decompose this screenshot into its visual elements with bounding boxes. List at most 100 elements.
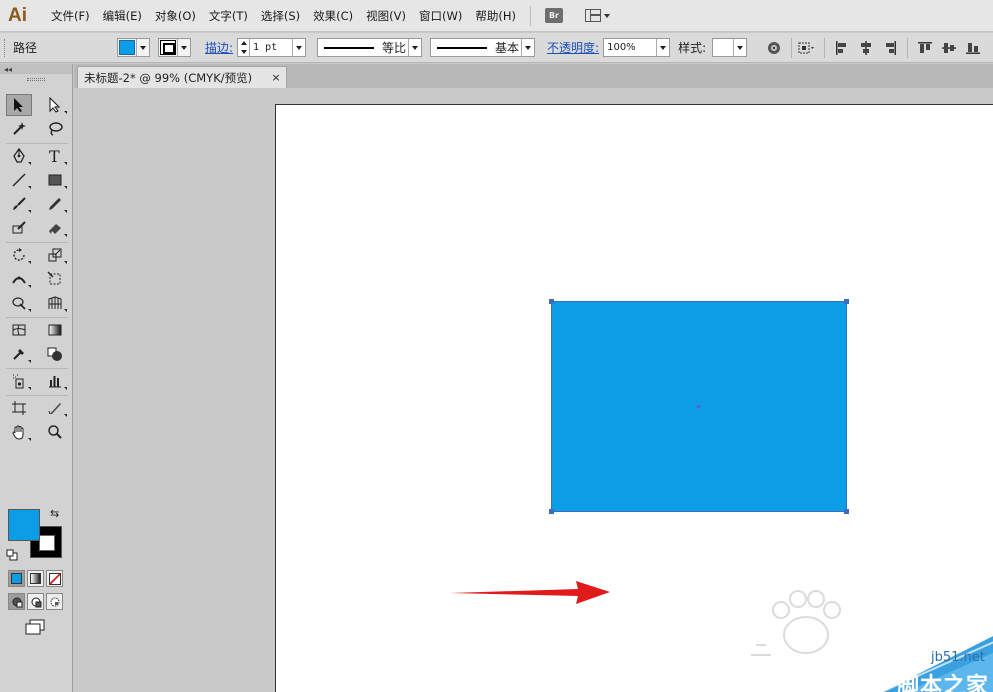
pencil-tool[interactable] <box>42 193 68 215</box>
fill-color-dropdown[interactable] <box>117 38 150 57</box>
direct-selection-tool[interactable] <box>42 94 68 116</box>
transform-reference-icon[interactable] <box>798 39 816 57</box>
selection-handle[interactable] <box>549 509 554 514</box>
screen-mode-button[interactable] <box>24 619 46 635</box>
width-icon <box>12 276 26 284</box>
swap-fill-stroke-icon[interactable]: ⇆ <box>50 507 59 520</box>
rotate-tool[interactable] <box>6 244 32 266</box>
zoom-tool[interactable] <box>42 421 68 443</box>
align-left-icon[interactable] <box>833 39 851 57</box>
toolbar-separator <box>791 37 793 58</box>
blend-tool[interactable] <box>42 343 68 365</box>
hand-tool[interactable] <box>6 421 32 443</box>
chevron-down-icon[interactable] <box>656 39 669 56</box>
stroke-swatch <box>160 40 176 55</box>
selection-tool[interactable] <box>6 94 32 116</box>
gradient-tool[interactable] <box>42 319 68 341</box>
align-horizontal-center-icon[interactable] <box>857 39 875 57</box>
rectangle-tool[interactable] <box>42 169 68 191</box>
selected-rectangle[interactable] <box>549 299 849 514</box>
draw-inside-button[interactable] <box>46 593 63 610</box>
panel-grip[interactable] <box>4 38 7 57</box>
line-segment-tool[interactable] <box>6 169 32 191</box>
eraser-icon <box>49 224 61 234</box>
none-mode-button[interactable] <box>46 570 63 587</box>
scale-tool[interactable] <box>42 244 68 266</box>
slice-tool[interactable] <box>42 397 68 419</box>
color-mode-button[interactable] <box>8 570 25 587</box>
menu-view[interactable]: 视图(V) <box>366 8 406 24</box>
tool-divider <box>6 317 68 318</box>
document-tab-title[interactable]: 未标题-2* @ 99% (CMYK/预览) <box>84 70 269 86</box>
align-bottom-icon[interactable] <box>964 39 982 57</box>
blob-brush-tool[interactable] <box>6 217 32 239</box>
watermark-paw-icon <box>751 590 841 656</box>
default-colors-icon[interactable] <box>6 549 18 564</box>
align-top-icon[interactable] <box>916 39 934 57</box>
selection-handle[interactable] <box>844 299 849 304</box>
stroke-weight-field[interactable]: 1 pt <box>237 38 307 57</box>
tool-row: T <box>6 145 68 167</box>
stroke-weight-stepper[interactable] <box>238 39 251 56</box>
free-transform-tool[interactable] <box>42 268 68 290</box>
eyedropper-tool[interactable] <box>6 343 32 365</box>
align-vertical-center-icon[interactable] <box>940 39 958 57</box>
variable-width-profile-dropdown[interactable]: 等比 <box>317 38 423 57</box>
menu-window[interactable]: 窗口(W) <box>419 8 462 24</box>
type-tool[interactable]: T <box>42 145 68 167</box>
paintbrush-tool[interactable] <box>6 193 32 215</box>
tools-collapse-bar[interactable]: ◂◂ <box>0 64 72 74</box>
watermark-name-text: 脚本之家 <box>897 674 990 692</box>
symbol-sprayer-tool[interactable] <box>6 370 32 392</box>
menu-type[interactable]: 文字(T) <box>209 8 248 24</box>
width-tool[interactable] <box>6 268 32 290</box>
lasso-tool[interactable] <box>42 118 68 140</box>
stroke-color-dropdown[interactable] <box>158 38 191 57</box>
bridge-button[interactable]: Br <box>544 8 563 23</box>
menu-edit[interactable]: 编辑(E) <box>103 8 142 24</box>
selection-handle[interactable] <box>844 509 849 514</box>
artboard-tool[interactable] <box>6 397 32 419</box>
menu-select[interactable]: 选择(S) <box>261 8 300 24</box>
draw-normal-button[interactable] <box>8 593 25 610</box>
canvas-area[interactable]: jb51.net 脚本之家 <box>74 88 993 692</box>
opacity-field[interactable]: 100% <box>603 38 671 57</box>
menu-file[interactable]: 文件(F) <box>51 8 90 24</box>
tool-divider <box>6 242 68 243</box>
stroke-panel-link[interactable]: 描边: <box>205 39 233 56</box>
pen-tool[interactable] <box>6 145 32 167</box>
shape-builder-tool[interactable] <box>6 292 32 314</box>
selection-handle[interactable] <box>549 299 554 304</box>
workspace-switcher[interactable] <box>584 9 610 22</box>
gradient-icon <box>48 324 62 336</box>
stroke-weight-value[interactable]: 1 pt <box>250 42 292 53</box>
fill-color-box[interactable] <box>8 509 40 541</box>
blob-brush-icon <box>12 221 26 234</box>
magic-wand-tool[interactable] <box>6 118 32 140</box>
menu-object[interactable]: 对象(O) <box>155 8 196 24</box>
close-icon[interactable]: × <box>269 71 283 84</box>
align-right-icon[interactable] <box>881 39 899 57</box>
perspective-grid-tool[interactable] <box>42 292 68 314</box>
rectangle-icon <box>48 174 62 186</box>
chevron-down-icon[interactable] <box>292 39 305 56</box>
menu-help[interactable]: 帮助(H) <box>475 8 516 24</box>
column-graph-tool[interactable] <box>42 370 68 392</box>
hand-icon <box>12 425 24 440</box>
draw-behind-button[interactable] <box>27 593 44 610</box>
collapse-icon[interactable]: ◂◂ <box>4 65 12 74</box>
chevron-down-icon <box>177 39 190 56</box>
opacity-value[interactable]: 100% <box>604 42 656 53</box>
eraser-tool[interactable] <box>42 217 68 239</box>
menu-effect[interactable]: 效果(C) <box>313 8 353 24</box>
document-tab[interactable]: 未标题-2* @ 99% (CMYK/预览) × <box>77 66 287 88</box>
mesh-tool[interactable] <box>6 319 32 341</box>
graphic-style-dropdown[interactable] <box>712 38 748 57</box>
artboard[interactable]: jb51.net 脚本之家 <box>275 104 993 692</box>
opacity-panel-link[interactable]: 不透明度: <box>547 39 599 56</box>
tool-row <box>6 169 68 191</box>
gradient-mode-button[interactable] <box>27 570 44 587</box>
recolor-artwork-icon[interactable] <box>765 39 783 57</box>
tools-grip[interactable] <box>0 74 72 84</box>
brush-definition-dropdown[interactable]: 基本 <box>430 38 536 57</box>
